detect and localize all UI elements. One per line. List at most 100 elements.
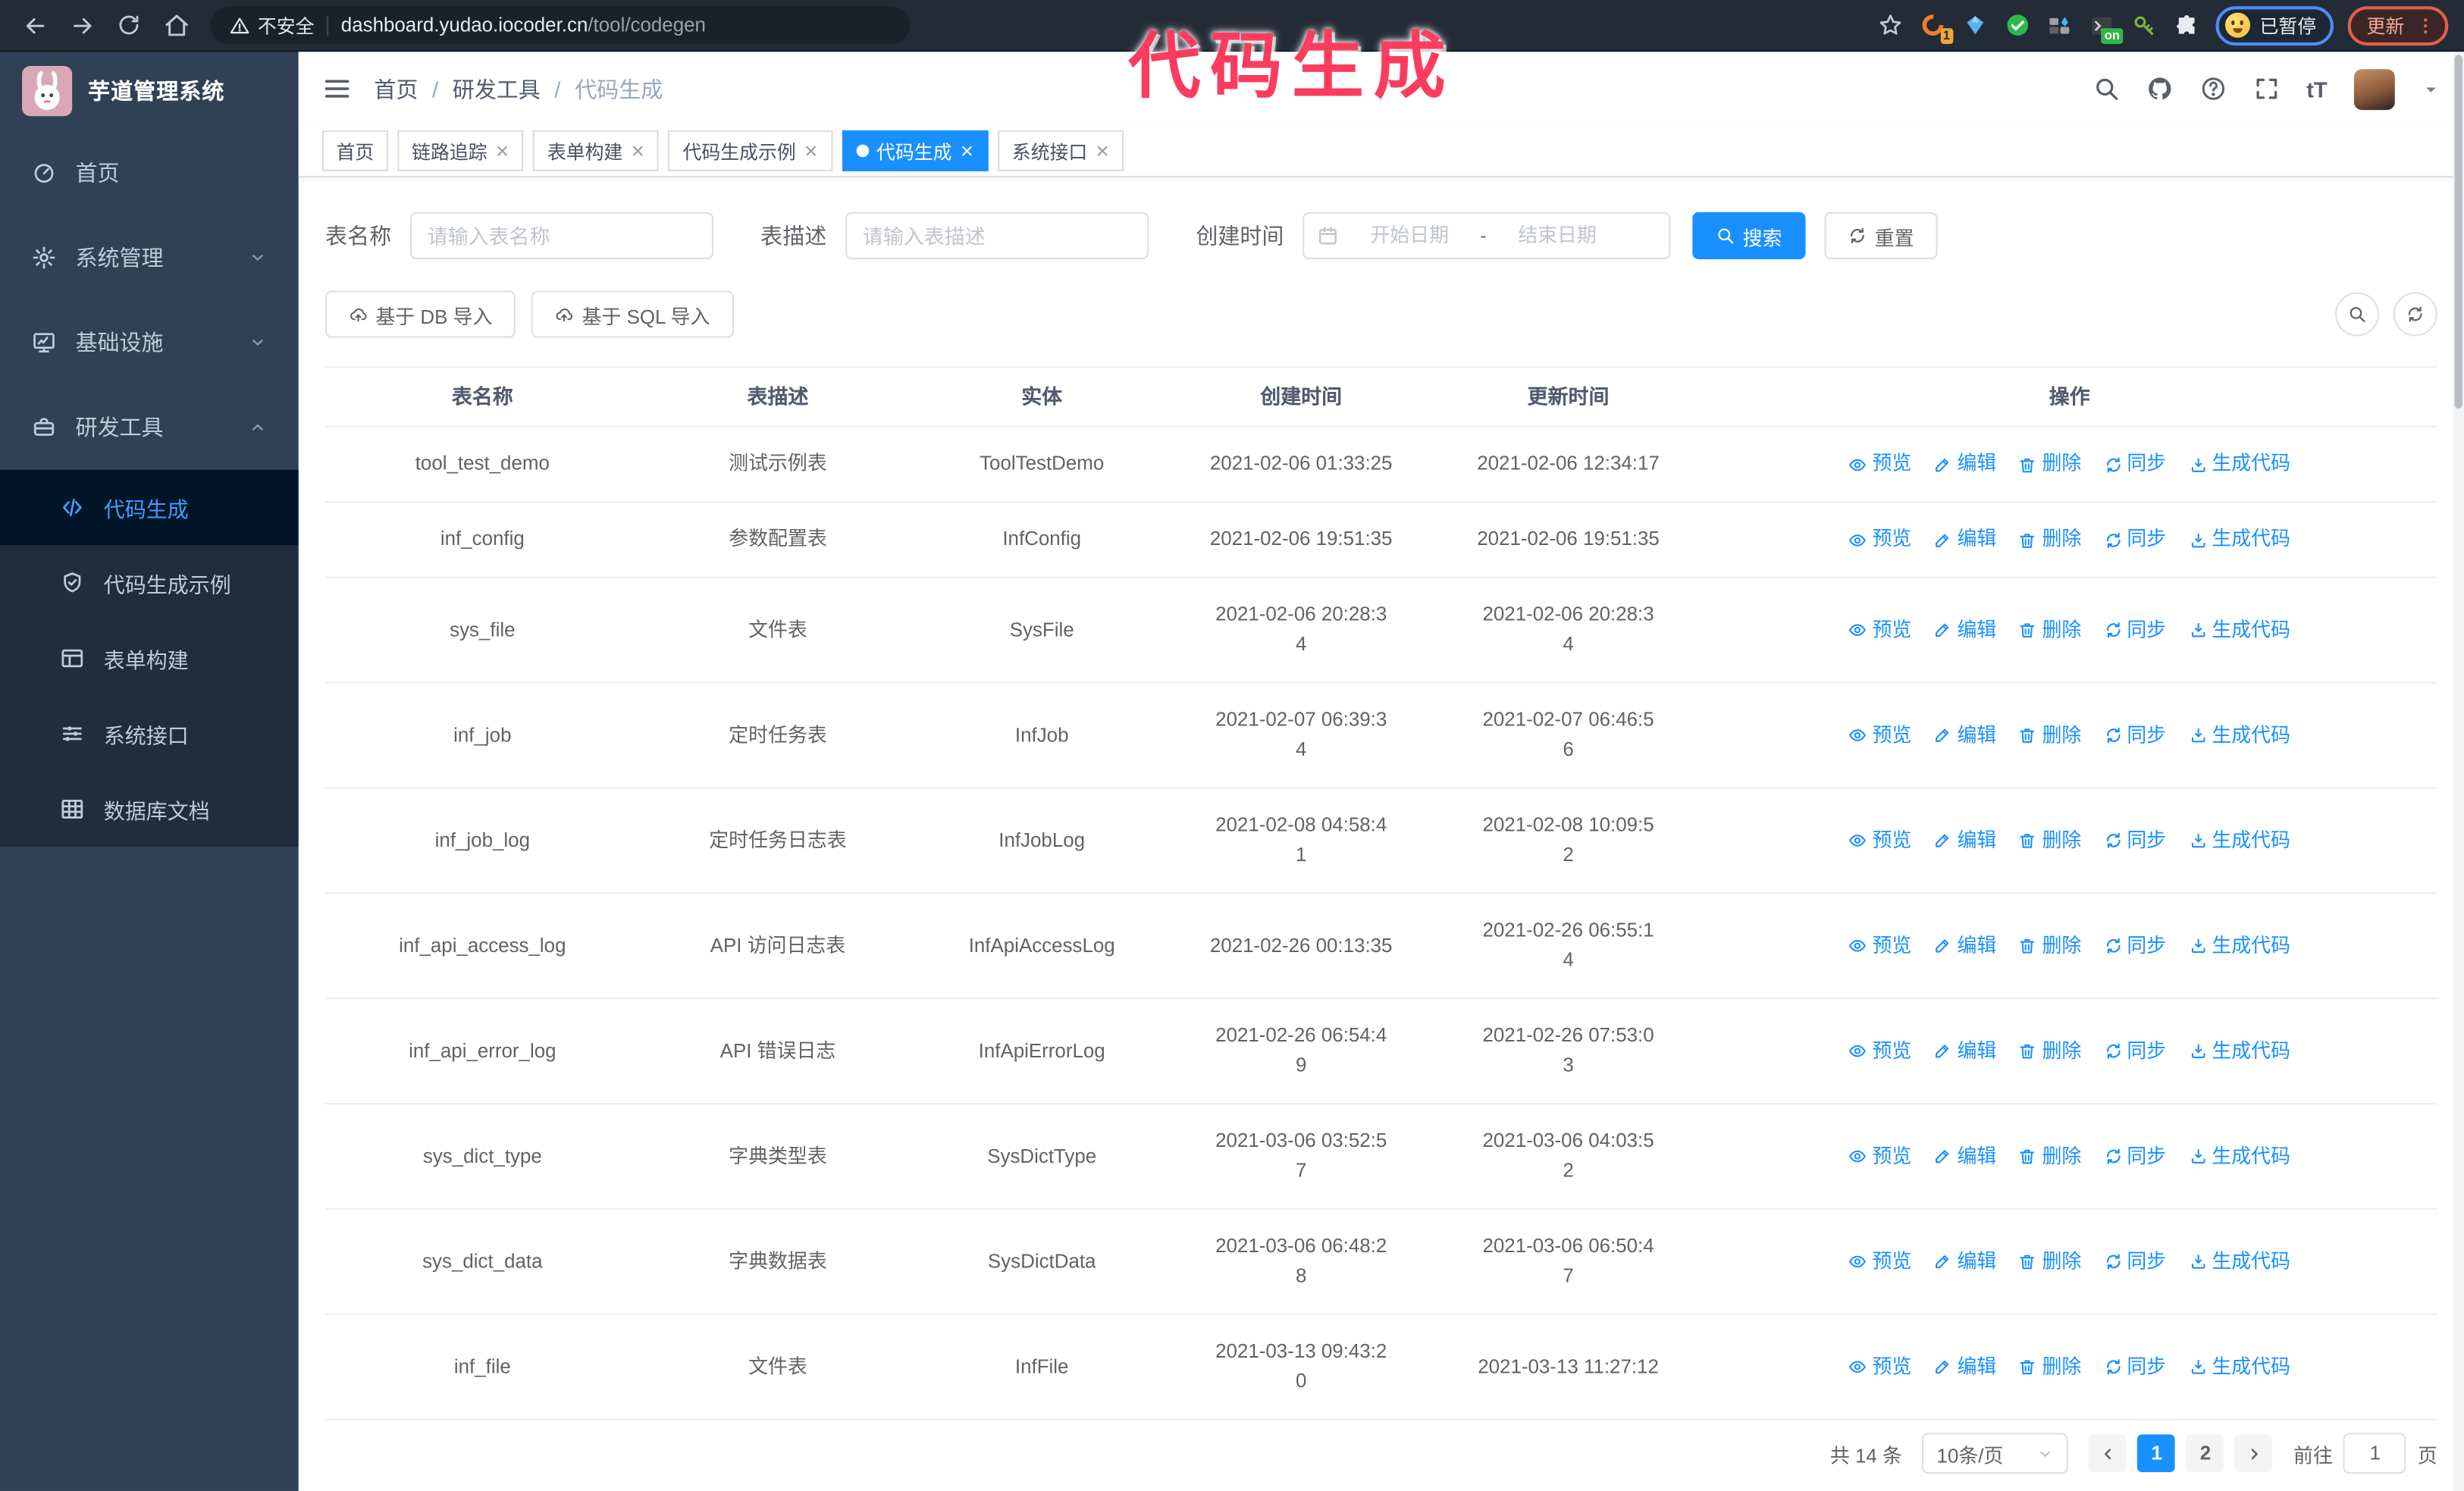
table-desc-input[interactable]: [845, 211, 1149, 259]
sidebar-item-codegen-example[interactable]: 代码生成示例: [0, 545, 299, 620]
font-size-icon[interactable]: tT: [2306, 77, 2327, 102]
delete-link[interactable]: 删除: [2018, 931, 2081, 960]
close-icon[interactable]: ✕: [631, 141, 645, 161]
sync-link[interactable]: 同步: [2103, 720, 2166, 750]
sync-link[interactable]: 同步: [2103, 525, 2166, 554]
sync-link[interactable]: 同步: [2103, 825, 2166, 855]
sql-import-button[interactable]: 基于 SQL 导入: [531, 290, 734, 338]
help-icon[interactable]: [2199, 75, 2226, 102]
preview-link[interactable]: 预览: [1848, 1036, 1911, 1066]
generate-code-link[interactable]: 生成代码: [2188, 1142, 2290, 1171]
edit-link[interactable]: 编辑: [1933, 1142, 1996, 1171]
table-name-input[interactable]: [409, 211, 714, 259]
scrollbar-thumb[interactable]: [2454, 55, 2462, 409]
page-button-2[interactable]: 2: [2187, 1434, 2224, 1473]
tab-codegen-example[interactable]: 代码生成示例 ✕: [668, 130, 832, 171]
breadcrumb-devtools[interactable]: 研发工具: [453, 73, 541, 104]
edit-link[interactable]: 编辑: [1933, 1036, 1996, 1066]
extension-terminal-icon[interactable]: on: [2089, 11, 2124, 45]
generate-code-link[interactable]: 生成代码: [2188, 931, 2290, 960]
sync-link[interactable]: 同步: [2103, 1036, 2166, 1066]
github-icon[interactable]: [2146, 75, 2173, 102]
date-range-picker[interactable]: -: [1303, 211, 1671, 259]
delete-link[interactable]: 删除: [2018, 615, 2081, 644]
tab-codegen[interactable]: 代码生成 ✕: [842, 130, 989, 171]
edit-link[interactable]: 编辑: [1933, 525, 1996, 554]
browser-update-button[interactable]: 更新: [2347, 5, 2449, 45]
sidebar-item-codegen[interactable]: 代码生成: [0, 469, 299, 546]
generate-code-link[interactable]: 生成代码: [2188, 449, 2290, 479]
delete-link[interactable]: 删除: [2018, 449, 2081, 479]
start-date-input[interactable]: [1345, 224, 1475, 247]
sync-link[interactable]: 同步: [2103, 1247, 2166, 1276]
security-warning[interactable]: 不安全: [230, 12, 315, 39]
delete-link[interactable]: 删除: [2018, 525, 2081, 554]
sync-link[interactable]: 同步: [2103, 615, 2166, 644]
sidebar-item-system-api[interactable]: 系统接口: [0, 696, 299, 771]
page-scrollbar[interactable]: [2453, 52, 2464, 1491]
delete-link[interactable]: 删除: [2018, 1036, 2081, 1066]
bookmark-star-icon[interactable]: [1876, 11, 1904, 39]
generate-code-link[interactable]: 生成代码: [2188, 720, 2290, 750]
header-search-icon[interactable]: [2093, 75, 2119, 102]
user-avatar[interactable]: [2353, 68, 2395, 110]
close-icon[interactable]: ✕: [960, 141, 974, 161]
tab-system-api[interactable]: 系统接口 ✕: [998, 130, 1124, 171]
generate-code-link[interactable]: 生成代码: [2188, 1247, 2290, 1276]
close-icon[interactable]: ✕: [804, 141, 818, 161]
sidebar-item-devtools[interactable]: 研发工具: [0, 385, 299, 470]
extension-sliders-icon[interactable]: [2046, 11, 2074, 39]
end-date-input[interactable]: [1493, 224, 1622, 247]
page-size-select[interactable]: 10条/页: [1922, 1433, 2069, 1474]
extension-gem-icon[interactable]: [1961, 11, 1989, 39]
tab-home[interactable]: 首页: [321, 130, 388, 171]
browser-back-button[interactable]: [16, 6, 54, 44]
delete-link[interactable]: 删除: [2018, 1247, 2081, 1276]
sidebar-item-home[interactable]: 首页: [0, 130, 299, 215]
sync-link[interactable]: 同步: [2103, 449, 2166, 479]
delete-link[interactable]: 删除: [2018, 1352, 2081, 1382]
prev-page-button[interactable]: [2089, 1434, 2127, 1473]
extension-check-icon[interactable]: [2004, 11, 2032, 39]
preview-link[interactable]: 预览: [1848, 449, 1911, 479]
search-button[interactable]: 搜索: [1692, 211, 1806, 259]
edit-link[interactable]: 编辑: [1933, 1352, 1996, 1382]
db-import-button[interactable]: 基于 DB 导入: [325, 290, 516, 338]
refresh-table-button[interactable]: [2393, 292, 2437, 337]
preview-link[interactable]: 预览: [1848, 825, 1911, 855]
browser-forward-button[interactable]: [63, 6, 101, 44]
generate-code-link[interactable]: 生成代码: [2188, 615, 2290, 644]
edit-link[interactable]: 编辑: [1933, 720, 1996, 750]
preview-link[interactable]: 预览: [1848, 525, 1911, 554]
close-icon[interactable]: ✕: [1096, 141, 1110, 161]
generate-code-link[interactable]: 生成代码: [2188, 525, 2290, 554]
extension-key-icon[interactable]: [2131, 11, 2159, 39]
sidebar-item-form-builder[interactable]: 表单构建: [0, 621, 299, 696]
extension-orange-ring-icon[interactable]: 1: [1919, 11, 1954, 45]
edit-link[interactable]: 编辑: [1933, 1247, 1996, 1276]
breadcrumb-home[interactable]: 首页: [374, 73, 418, 104]
delete-link[interactable]: 删除: [2018, 1142, 2081, 1171]
generate-code-link[interactable]: 生成代码: [2188, 825, 2290, 855]
generate-code-link[interactable]: 生成代码: [2188, 1036, 2290, 1066]
sync-link[interactable]: 同步: [2103, 931, 2166, 960]
browser-home-button[interactable]: [157, 6, 195, 44]
preview-link[interactable]: 预览: [1848, 615, 1911, 644]
close-icon[interactable]: ✕: [495, 141, 509, 161]
goto-page-input[interactable]: [2343, 1433, 2407, 1474]
tab-form-builder[interactable]: 表单构建 ✕: [533, 130, 660, 171]
sidebar-item-system[interactable]: 系统管理: [0, 215, 299, 300]
sync-link[interactable]: 同步: [2103, 1142, 2166, 1171]
menu-dots-icon[interactable]: [2415, 15, 2436, 36]
delete-link[interactable]: 删除: [2018, 720, 2081, 750]
browser-reload-button[interactable]: [110, 6, 148, 44]
preview-link[interactable]: 预览: [1848, 720, 1911, 750]
browser-profile-chip[interactable]: 已暂停: [2215, 5, 2334, 45]
tab-tracing[interactable]: 链路追踪 ✕: [397, 130, 524, 171]
page-button-1[interactable]: 1: [2137, 1434, 2176, 1473]
delete-link[interactable]: 删除: [2018, 825, 2081, 855]
sidebar-collapse-icon[interactable]: [322, 74, 352, 103]
preview-link[interactable]: 预览: [1848, 1352, 1911, 1382]
fullscreen-icon[interactable]: [2253, 75, 2280, 102]
avatar-caret-icon[interactable]: [2422, 80, 2440, 99]
